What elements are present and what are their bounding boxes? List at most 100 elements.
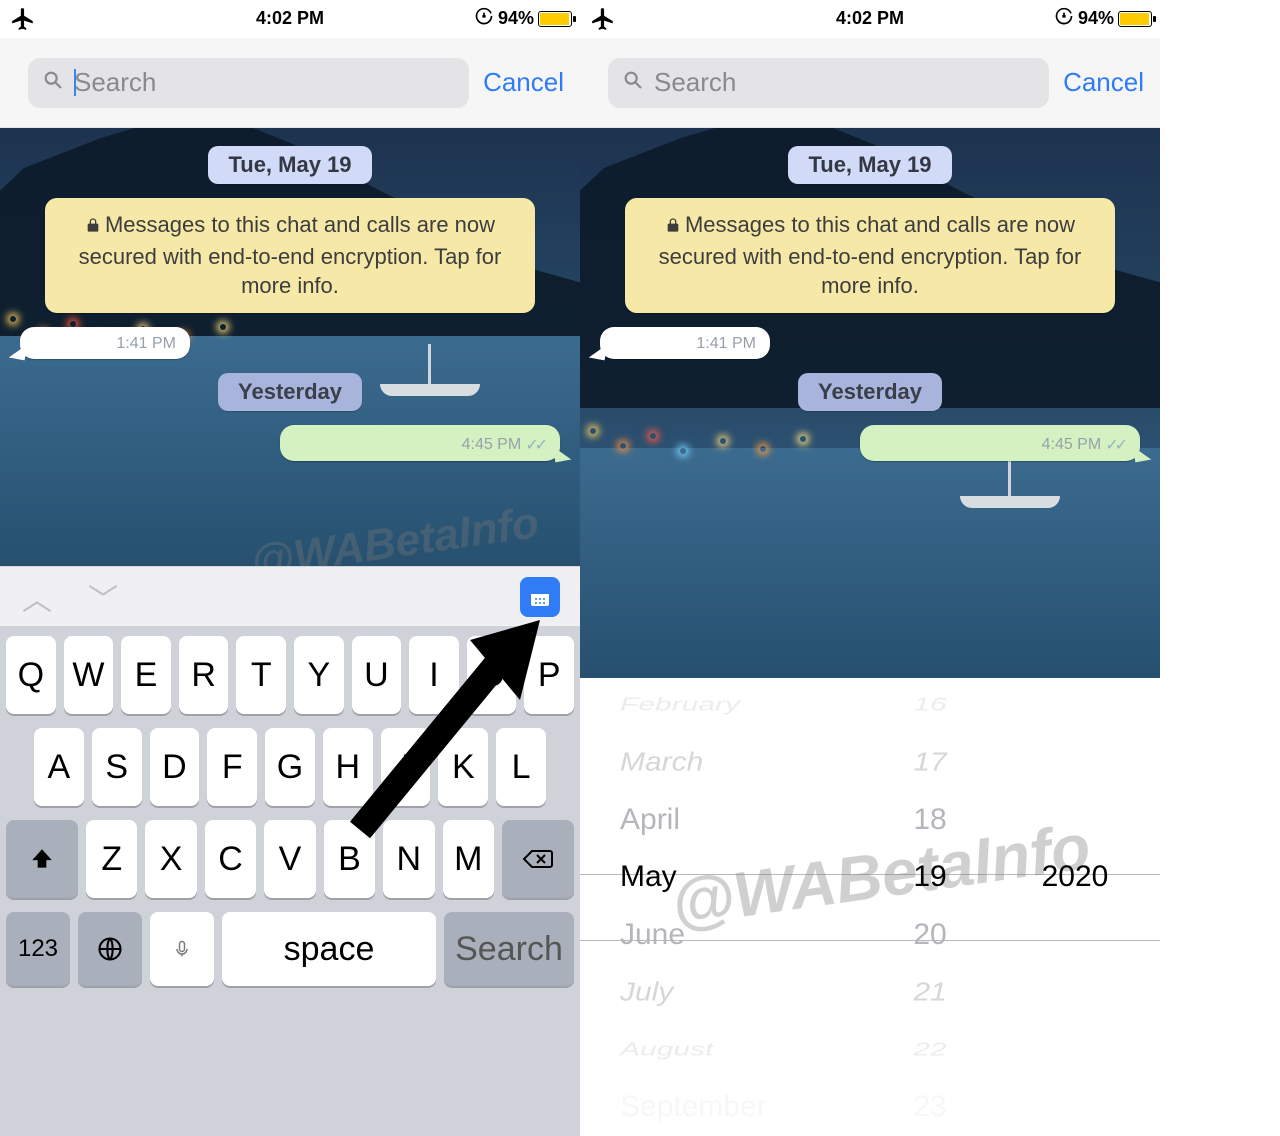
picker-option[interactable]: May: [620, 849, 677, 907]
key-j[interactable]: J: [381, 728, 431, 806]
picker-option[interactable]: 19: [913, 849, 946, 907]
key-u[interactable]: U: [352, 636, 402, 714]
key-s[interactable]: S: [92, 728, 142, 806]
picker-option[interactable]: 23: [913, 1079, 946, 1136]
battery-percent: 94%: [1078, 8, 1114, 29]
chevron-up-icon[interactable]: ︿: [22, 575, 52, 619]
key-a[interactable]: A: [34, 728, 84, 806]
message-time: 4:45 PM: [1042, 436, 1102, 454]
search-key[interactable]: Search: [444, 912, 574, 986]
picker-option[interactable]: June: [620, 906, 685, 964]
picker-option[interactable]: 18: [913, 791, 946, 849]
battery-icon: [1118, 11, 1152, 27]
date-pill: Tue, May 19: [208, 146, 371, 184]
battery-percent: 94%: [498, 8, 534, 29]
message-time: 1:41 PM: [696, 335, 756, 353]
key-n[interactable]: N: [383, 820, 434, 898]
picker-month-column[interactable]: February MarchAprilMayJuneJuly August Septe…: [620, 678, 820, 1136]
picker-option[interactable]: 22: [913, 1033, 946, 1068]
key-z[interactable]: Z: [86, 820, 137, 898]
key-m[interactable]: M: [443, 820, 494, 898]
backspace-key[interactable]: [502, 820, 574, 898]
date-pill: Tue, May 19: [788, 146, 951, 184]
encryption-notice[interactable]: Messages to this chat and calls are now …: [625, 198, 1115, 313]
space-key[interactable]: space: [222, 912, 436, 986]
picker-option[interactable]: 16: [913, 688, 946, 723]
chat-area[interactable]: Tue, May 19 Messages to this chat and ca…: [0, 128, 580, 566]
lock-icon: [85, 212, 101, 242]
read-ticks-icon: ✓✓: [525, 435, 544, 455]
picker-option[interactable]: 21: [913, 968, 946, 1017]
key-l[interactable]: L: [496, 728, 546, 806]
key-e[interactable]: E: [121, 636, 171, 714]
search-placeholder: Search: [654, 67, 736, 97]
key-k[interactable]: K: [438, 728, 488, 806]
search-placeholder: Search: [74, 67, 156, 97]
clock: 4:02 PM: [836, 8, 904, 29]
picker-option[interactable]: April: [620, 791, 680, 849]
picker-option[interactable]: 20: [913, 906, 946, 964]
airplane-mode-icon: [590, 6, 616, 37]
battery-icon: [538, 11, 572, 27]
picker-option[interactable]: September: [620, 1079, 767, 1136]
clock: 4:02 PM: [256, 8, 324, 29]
globe-key[interactable]: [78, 912, 142, 986]
outgoing-message[interactable]: 4:45 PM✓✓: [860, 425, 1140, 461]
rotation-lock-icon: [1054, 6, 1074, 31]
search-bar: Search Cancel: [0, 38, 580, 128]
key-d[interactable]: D: [150, 728, 200, 806]
key-x[interactable]: X: [145, 820, 196, 898]
key-o[interactable]: O: [467, 636, 517, 714]
keyboard-accessory: ︿ ﹀: [0, 566, 580, 626]
search-field[interactable]: Search: [28, 58, 469, 108]
encryption-notice[interactable]: Messages to this chat and calls are now …: [45, 198, 535, 313]
outgoing-message[interactable]: 4:45 PM✓✓: [280, 425, 560, 461]
key-v[interactable]: V: [264, 820, 315, 898]
picker-option[interactable]: August: [620, 1033, 713, 1068]
key-y[interactable]: Y: [294, 636, 344, 714]
date-picker[interactable]: @WABetaInfo FebruaryMarchAprilMayJuneJul…: [580, 678, 1160, 1136]
search-icon: [622, 69, 644, 96]
key-q[interactable]: Q: [6, 636, 56, 714]
message-time: 1:41 PM: [116, 335, 176, 353]
read-ticks-icon: ✓✓: [1105, 435, 1124, 455]
key-b[interactable]: B: [324, 820, 375, 898]
key-i[interactable]: I: [409, 636, 459, 714]
picker-option[interactable]: July: [620, 968, 673, 1017]
chat-area[interactable]: Tue, May 19 Messages to this chat and ca…: [580, 128, 1160, 678]
picker-day-column[interactable]: 16 1718192021 22 23: [880, 678, 980, 1136]
rotation-lock-icon: [474, 6, 494, 31]
text-cursor: [74, 69, 76, 96]
cancel-button[interactable]: Cancel: [1063, 67, 1144, 98]
cancel-button[interactable]: Cancel: [483, 67, 564, 98]
date-pill-yesterday: Yesterday: [798, 373, 942, 411]
picker-option[interactable]: March: [620, 738, 703, 787]
key-t[interactable]: T: [236, 636, 286, 714]
key-g[interactable]: G: [265, 728, 315, 806]
key-f[interactable]: F: [207, 728, 257, 806]
dictation-key[interactable]: [150, 912, 214, 986]
search-bar: Search Cancel: [580, 38, 1160, 128]
date-pill-yesterday: Yesterday: [218, 373, 362, 411]
numbers-key[interactable]: 123: [6, 912, 70, 986]
shift-key[interactable]: [6, 820, 78, 898]
key-w[interactable]: W: [64, 636, 114, 714]
key-h[interactable]: H: [323, 728, 373, 806]
incoming-message[interactable]: 1:41 PM: [20, 327, 190, 359]
search-icon: [42, 69, 64, 96]
calendar-button[interactable]: [520, 577, 560, 617]
picker-year-column[interactable]: 2020: [1010, 678, 1140, 1136]
status-bar: 4:02 PM 94%: [0, 0, 580, 38]
key-p[interactable]: P: [524, 636, 574, 714]
picker-option[interactable]: 17: [913, 738, 946, 787]
picker-option[interactable]: 2020: [1042, 849, 1109, 907]
lock-icon: [665, 212, 681, 242]
key-r[interactable]: R: [179, 636, 229, 714]
keyboard[interactable]: QWERTYUIOP ASDFGHJKL ZXCVBNM 123 space S…: [0, 626, 580, 1136]
key-c[interactable]: C: [205, 820, 256, 898]
chevron-down-icon[interactable]: ﹀: [88, 575, 118, 619]
status-bar: 4:02 PM 94%: [580, 0, 1160, 38]
search-field[interactable]: Search: [608, 58, 1049, 108]
incoming-message[interactable]: 1:41 PM: [600, 327, 770, 359]
picker-option[interactable]: February: [620, 688, 740, 723]
